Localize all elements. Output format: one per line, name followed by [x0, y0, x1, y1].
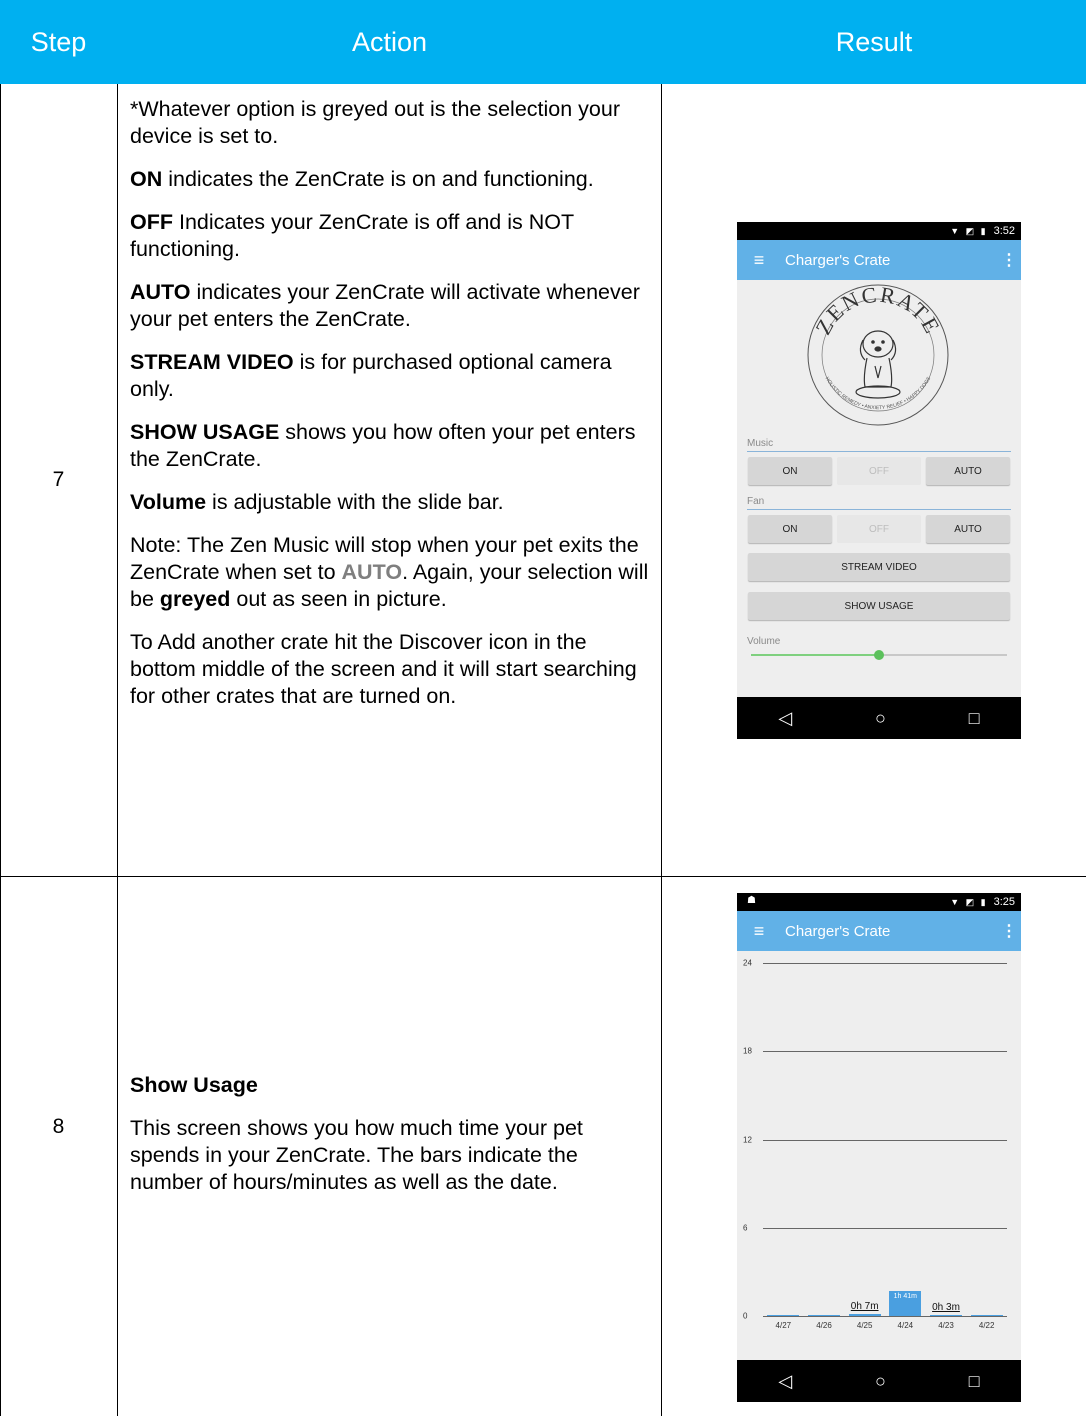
more-options-icon[interactable]: ⋮ [997, 250, 1021, 270]
music-on-button[interactable]: ON [748, 457, 832, 485]
dog-illustration [855, 330, 901, 399]
chart-gridline [763, 1227, 1007, 1229]
recent-apps-icon[interactable]: □ [969, 708, 980, 729]
row7-action-text: *Whatever option is greyed out is the se… [130, 96, 650, 726]
x-tick-label: 4/25 [856, 1321, 873, 1330]
usage-description: SHOW USAGE shows you how often your pet … [130, 420, 636, 471]
svg-text:HOLISTIC REMEDY • ANXIETY RELI: HOLISTIC REMEDY • ANXIETY RELIEF • HAPPY… [824, 375, 933, 411]
chart-gridline [763, 963, 1007, 964]
back-icon[interactable]: ◁ [778, 708, 792, 729]
stream-video-button[interactable]: STREAM VIDEO [748, 553, 1010, 581]
x-tick-label: 4/23 [938, 1321, 954, 1330]
usage-bar [808, 1315, 840, 1316]
bar-value-label: 1h 41m [893, 1293, 918, 1301]
y-tick-label: 18 [743, 1046, 752, 1056]
music-divider [747, 451, 1011, 452]
note-text: Note: The Zen Music will stop when your … [130, 533, 649, 611]
x-tick-label: 4/27 [775, 1321, 792, 1330]
y-tick-label: 12 [743, 1135, 752, 1144]
volume-slider-thumb[interactable] [874, 650, 884, 660]
x-tick-label: 4/22 [978, 1321, 995, 1330]
music-auto-button[interactable]: AUTO [926, 457, 1010, 485]
status-icons: ▼ ◩ ▮ [950, 225, 988, 236]
y-tick-label: 6 [743, 1223, 748, 1233]
usage-bar [848, 1314, 881, 1316]
volume-description: Volume is adjustable with the slide bar. [130, 490, 504, 514]
show-usage-title: Show Usage [130, 1073, 258, 1097]
usage-chart: 0 6 12 18 24 4/27 4/26 0h 7m 4/25 1h 41m 4/24 0h 3m… [737, 951, 1021, 1360]
hamburger-menu-icon[interactable]: ≡ [737, 250, 781, 271]
recent-apps-icon[interactable]: □ [969, 1371, 980, 1392]
x-tick-label: 4/24 [897, 1321, 914, 1330]
usb-debug-icon: ☗ [747, 895, 756, 906]
show-usage-description: This screen shows you how much time your… [130, 1116, 583, 1194]
back-icon[interactable]: ◁ [778, 1371, 792, 1392]
y-tick-label: 0 [743, 1311, 748, 1321]
on-description: ON indicates the ZenCrate is on and func… [130, 167, 594, 191]
status-time: 3:25 [993, 896, 1015, 908]
y-tick-label: 24 [743, 958, 752, 968]
phone-screenshot-usage: ☗ ▼ ◩ ▮ 3:25 ≡ Charger's Crate ⋮ 0 6 12 18 2… [737, 893, 1021, 1402]
status-time: 3:52 [993, 225, 1015, 237]
hamburger-menu-icon[interactable]: ≡ [737, 921, 781, 942]
row-divider [0, 876, 1086, 877]
fan-divider [747, 509, 1011, 510]
chart-gridline [763, 1139, 1007, 1141]
table-divider [117, 84, 118, 1416]
chart-gridline [763, 1051, 1007, 1053]
status-bar: ☗ ▼ ◩ ▮ 3:25 [737, 893, 1021, 911]
header-action: Action [117, 0, 662, 84]
zencrate-logo: ZENCRATE HOLISTIC REMEDY • ANXIETY RELIE… [807, 282, 949, 426]
volume-slider-fill [751, 654, 879, 656]
home-icon[interactable]: ○ [875, 708, 886, 729]
app-bar: ≡ Charger's Crate ⋮ [737, 240, 1021, 280]
table-border-left [0, 84, 1, 1416]
bar-value-label: 0h 3m [932, 1302, 960, 1313]
usage-bar [970, 1315, 1003, 1316]
chart-gridline [763, 1316, 1007, 1317]
fan-auto-button[interactable]: AUTO [926, 515, 1010, 543]
more-options-icon[interactable]: ⋮ [997, 921, 1021, 941]
app-title: Charger's Crate [785, 251, 891, 269]
stream-description: STREAM VIDEO is for purchased optional c… [130, 350, 612, 401]
fan-off-button[interactable]: OFF [837, 515, 921, 543]
fan-on-button[interactable]: ON [748, 515, 832, 543]
android-nav-bar: ◁ ○ □ [737, 1360, 1021, 1402]
off-description: OFF Indicates your ZenCrate is off and i… [130, 210, 574, 261]
app-bar: ≡ Charger's Crate ⋮ [737, 911, 1021, 951]
music-off-button[interactable]: OFF [837, 457, 921, 485]
android-nav-bar: ◁ ○ □ [737, 697, 1021, 739]
home-icon[interactable]: ○ [875, 1371, 886, 1392]
volume-label: Volume [747, 636, 781, 647]
instruction-table: Step Action Result 7 *Whatever option is… [0, 0, 1086, 1416]
show-usage-button[interactable]: SHOW USAGE [748, 592, 1010, 620]
status-icons: ▼ ◩ ▮ [950, 896, 988, 907]
x-tick-label: 4/26 [816, 1321, 832, 1330]
status-bar: ▼ ◩ ▮ 3:52 [737, 222, 1021, 240]
usage-bar [767, 1315, 800, 1316]
fan-label: Fan [747, 496, 765, 507]
add-crate-text: To Add another crate hit the Discover ic… [130, 630, 637, 708]
phone-screenshot-controls: ▼ ◩ ▮ 3:52 ≡ Charger's Crate ⋮ ZENCRATE … [737, 222, 1021, 739]
intro-text: *Whatever option is greyed out is the se… [130, 97, 620, 148]
volume-slider[interactable] [751, 650, 1007, 660]
app-title: Charger's Crate [785, 922, 891, 940]
step-number-7: 7 [52, 468, 65, 491]
music-label: Music [747, 438, 774, 449]
svg-text:ZENCRATE: ZENCRATE [810, 282, 945, 339]
header-step: Step [0, 0, 117, 84]
usage-bar [930, 1315, 962, 1316]
table-divider [661, 84, 662, 1416]
bar-value-label: 0h 7m [850, 1301, 879, 1313]
step-number-8: 8 [52, 1115, 65, 1138]
header-result: Result [662, 0, 1086, 84]
auto-description: AUTO indicates your ZenCrate will activa… [130, 280, 640, 331]
row8-action-text: Show Usage This screen shows you how muc… [130, 1072, 650, 1212]
